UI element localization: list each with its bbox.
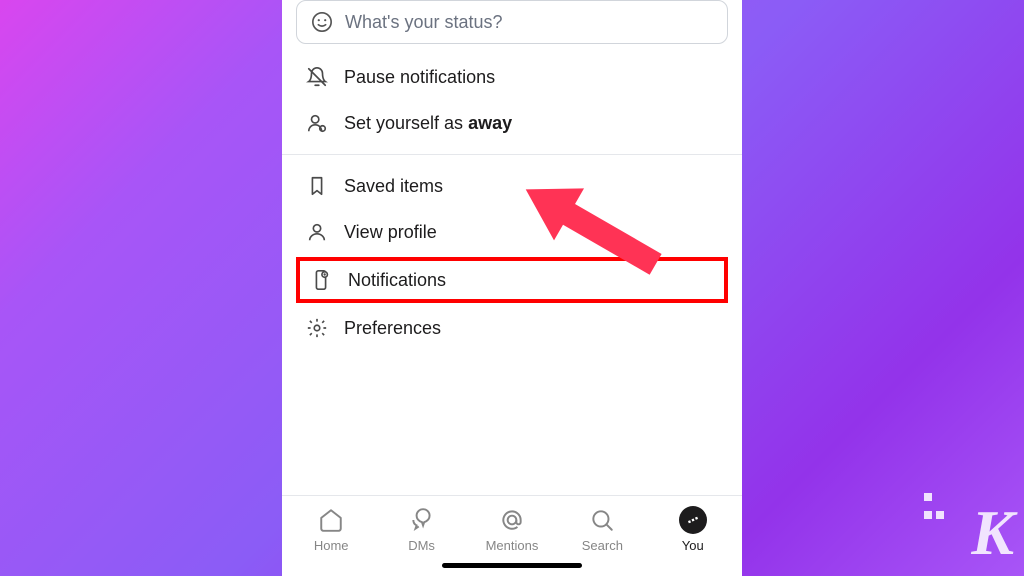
tab-search[interactable]: Search bbox=[562, 506, 642, 553]
saved-items-label: Saved items bbox=[344, 176, 443, 197]
pause-notifications-label: Pause notifications bbox=[344, 67, 495, 88]
notifications-label: Notifications bbox=[348, 270, 446, 291]
set-away-bold: away bbox=[468, 113, 512, 133]
tab-home[interactable]: Home bbox=[291, 506, 371, 553]
preferences-item[interactable]: Preferences bbox=[282, 305, 742, 351]
at-icon bbox=[498, 506, 526, 534]
tab-search-label: Search bbox=[582, 538, 623, 553]
phone-notification-icon bbox=[310, 269, 332, 291]
watermark-k: K bbox=[971, 496, 1012, 570]
spacer bbox=[282, 351, 742, 495]
search-icon bbox=[588, 506, 616, 534]
status-placeholder: What's your status? bbox=[345, 12, 503, 33]
set-away-item[interactable]: Set yourself as away bbox=[282, 100, 742, 146]
pause-notifications-item[interactable]: Pause notifications bbox=[282, 54, 742, 100]
tab-home-label: Home bbox=[314, 538, 349, 553]
view-profile-label: View profile bbox=[344, 222, 437, 243]
person-icon bbox=[306, 221, 328, 243]
gear-icon bbox=[306, 317, 328, 339]
set-away-label: Set yourself as away bbox=[344, 113, 512, 134]
watermark-dots bbox=[922, 490, 946, 526]
you-icon bbox=[679, 506, 707, 534]
divider bbox=[282, 154, 742, 155]
home-indicator bbox=[442, 563, 582, 568]
presence-icon bbox=[306, 112, 328, 134]
phone-frame: What's your status? Pause notifications … bbox=[282, 0, 742, 576]
tab-mentions-label: Mentions bbox=[486, 538, 539, 553]
home-icon bbox=[317, 506, 345, 534]
bookmark-icon bbox=[306, 175, 328, 197]
status-input[interactable]: What's your status? bbox=[296, 0, 728, 44]
bell-off-icon bbox=[306, 66, 328, 88]
tab-dms[interactable]: DMs bbox=[382, 506, 462, 553]
view-profile-item[interactable]: View profile bbox=[282, 209, 742, 255]
tab-you[interactable]: You bbox=[653, 506, 733, 553]
notifications-item[interactable]: Notifications bbox=[296, 257, 728, 303]
tab-bar: Home DMs Mentions bbox=[282, 495, 742, 557]
set-away-prefix: Set yourself as bbox=[344, 113, 468, 133]
preferences-label: Preferences bbox=[344, 318, 441, 339]
smiley-icon bbox=[311, 11, 333, 33]
tab-dms-label: DMs bbox=[408, 538, 435, 553]
tab-mentions[interactable]: Mentions bbox=[472, 506, 552, 553]
chat-icon bbox=[408, 506, 436, 534]
tab-you-label: You bbox=[682, 538, 704, 553]
saved-items-item[interactable]: Saved items bbox=[282, 163, 742, 209]
